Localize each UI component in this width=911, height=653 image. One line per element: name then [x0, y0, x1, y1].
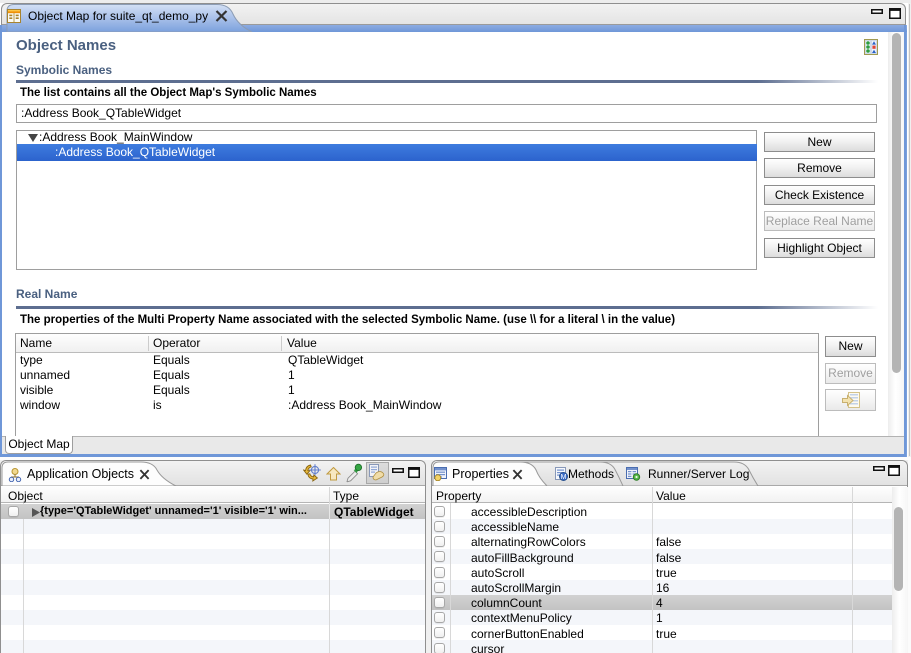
svg-text:M: M [561, 474, 567, 481]
